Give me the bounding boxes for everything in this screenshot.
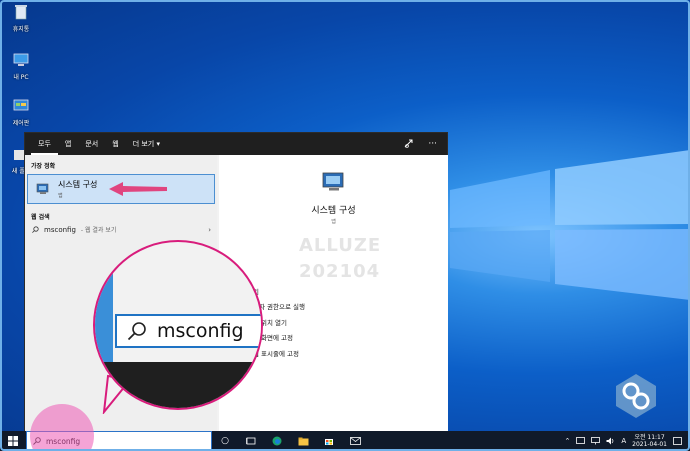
chevron-right-icon[interactable]: › [208,226,211,234]
system-configuration-icon [36,183,49,194]
notifications-icon[interactable] [673,436,682,446]
web-query: msconfig [44,225,76,234]
sync-icon[interactable] [576,437,586,445]
search-icon [127,322,146,341]
edge-button[interactable] [264,431,290,451]
watermark-line-1: ALLUZE [299,235,382,256]
detail-title: 시스템 구성 [311,206,356,216]
web-hint: - 웹 결과 보기 [80,227,117,234]
file-explorer-button[interactable] [290,431,316,451]
taskbar: msconfig ○ ⌃ A 오전 11:17 2021-04-01 [0,431,690,451]
feedback-icon[interactable] [404,139,414,149]
system-tray: ⌃ A 오전 11:17 2021-04-01 [564,434,690,448]
tab-more[interactable]: 더 보기 ▾ [126,133,167,155]
start-button[interactable] [0,431,26,451]
magnifier-accent [95,242,113,362]
cortana-button[interactable]: ○ [212,431,238,451]
magnifier-callout: msconfig [93,240,263,410]
watermark-line-2: 202104 [299,261,381,282]
chevron-up-icon[interactable]: ⌃ [564,437,570,445]
best-match-system-configuration[interactable]: 시스템 구성 앱 [27,174,215,204]
ime-indicator[interactable]: A [621,437,626,445]
search-icon [32,226,39,233]
web-search-heading: 웹 검색 [31,214,50,221]
desktop-icon-recycle-bin[interactable]: 휴지통 [6,4,36,33]
desktop-icon-control-panel[interactable]: 제어판 [6,98,36,127]
clock-time: 오전 11:17 [634,434,665,441]
best-match-subtitle: 앱 [58,193,63,199]
control-panel-icon [13,99,29,111]
recycle-bin-icon [15,5,27,20]
pink-arrow-annotation [109,182,168,196]
desktop-icon-label: 휴지통 [12,26,30,33]
logo-badge [616,374,656,418]
best-match-title: 시스템 구성 [58,180,98,189]
search-filter-bar: 모두 앱 문서 웹 더 보기 ▾ ··· [25,133,447,155]
mail-button[interactable] [342,431,368,451]
desktop-icon-label: 제어판 [12,120,30,127]
desktop-icon-this-pc[interactable]: 내 PC [6,52,36,81]
watermark: ALLUZE 202104 [299,233,381,285]
desktop-icon-label: 내 PC [13,74,29,81]
web-search-result[interactable]: msconfig - 웹 결과 보기 › [25,221,217,234]
store-button[interactable] [316,431,342,451]
windows-logo-icon [8,436,18,446]
task-view-icon [246,437,256,445]
store-icon [325,439,333,445]
tab-all[interactable]: 모두 [31,133,58,155]
edge-icon [272,436,282,446]
this-pc-icon [13,53,29,66]
detail-subtitle: 앱 [331,219,336,225]
magnified-search-text: msconfig [157,320,244,342]
network-icon[interactable] [591,437,601,445]
clock-date: 2021-04-01 [632,441,667,448]
clock[interactable]: 오전 11:17 2021-04-01 [632,434,667,448]
folder-icon [298,437,308,445]
tab-documents[interactable]: 문서 [78,133,105,155]
system-configuration-large-icon [322,172,343,191]
caret-down-icon: ▾ [156,140,160,148]
best-match-heading: 가장 정확 [31,163,56,170]
wallpaper-window-logo [450,150,690,300]
more-options-icon[interactable]: ··· [428,139,437,149]
magnified-search-box: msconfig [115,314,261,348]
mail-icon [349,437,361,445]
task-view-button[interactable] [238,431,264,451]
tab-web[interactable]: 웹 [105,133,125,155]
cortana-icon: ○ [221,436,229,446]
tab-apps[interactable]: 앱 [58,133,78,155]
magnifier-taskbar [95,362,261,408]
volume-icon[interactable] [606,437,615,445]
tab-more-label: 더 보기 [132,140,155,148]
